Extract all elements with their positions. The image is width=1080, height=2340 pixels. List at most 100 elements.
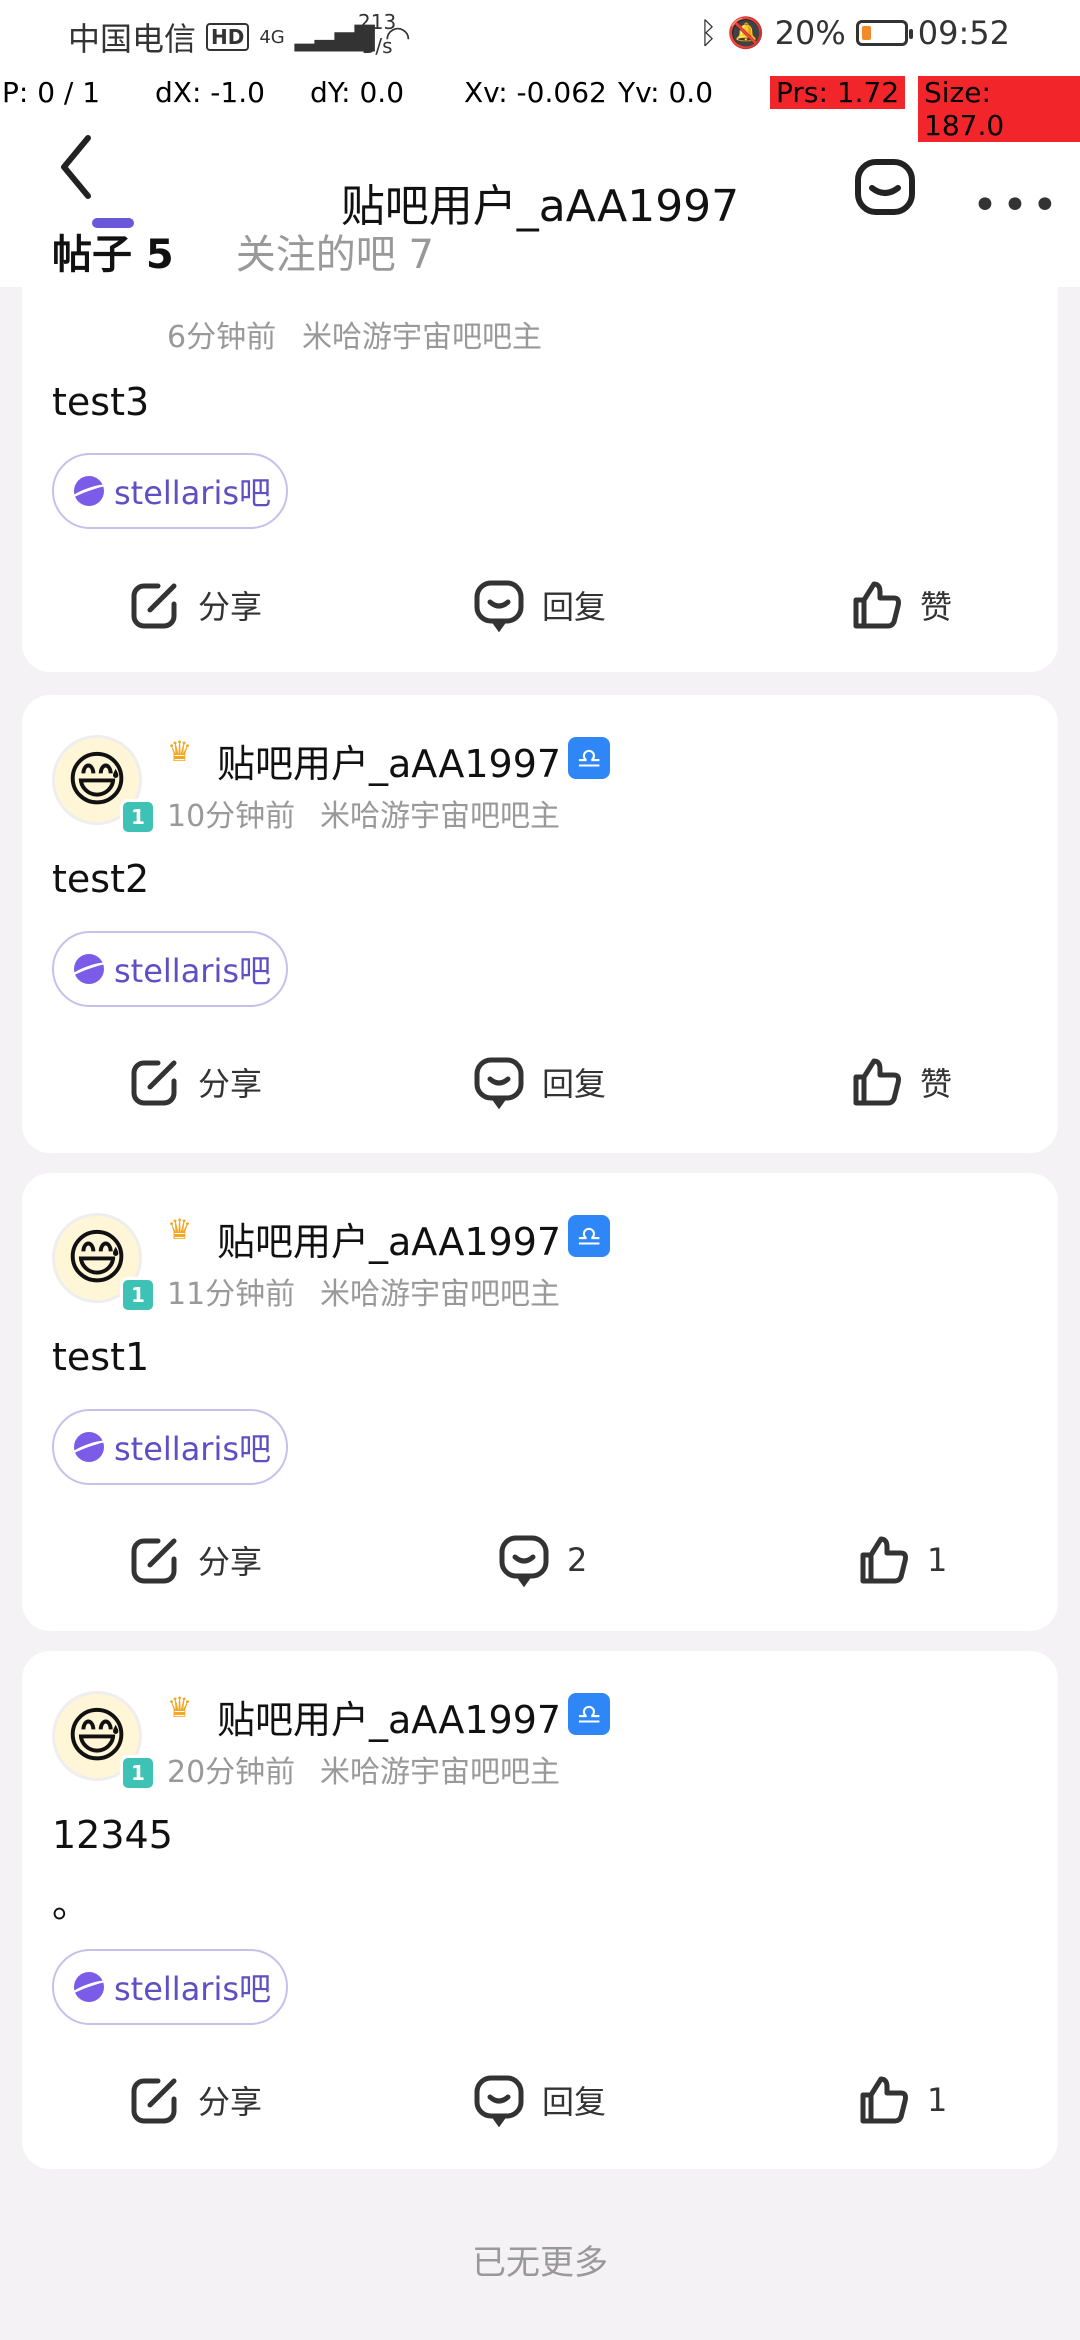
level-badge: 1 [120, 1755, 156, 1791]
share-icon [131, 1060, 177, 1106]
share-button[interactable]: 分享 [128, 2073, 262, 2127]
post-card[interactable]: 😅 1 ♛ 贴吧用户_aAA1997 ♎ 20分钟前 米哈游宇宙吧吧主 1234… [22, 1651, 1058, 2169]
reply-button[interactable]: 回复 [472, 578, 606, 632]
reply-count: 2 [567, 1541, 588, 1579]
reply-button[interactable]: 回复 [472, 1055, 606, 1109]
crown-icon: ♛ [167, 1213, 193, 1246]
libra-icon: ♎ [568, 737, 610, 779]
debug-prs: Prs: 1.72 [770, 76, 906, 109]
username[interactable]: 贴吧用户_aAA1997 [217, 1689, 561, 1744]
like-label: 赞 [920, 588, 953, 626]
like-label: 赞 [920, 1065, 953, 1103]
libra-icon: ♎ [568, 1215, 610, 1257]
like-button[interactable]: 1 [857, 1533, 947, 1587]
post-card[interactable]: 😅 1 ♛ 贴吧用户_aAA1997 ♎ 10分钟前 米哈游宇宙吧吧主 test… [22, 695, 1058, 1153]
username[interactable]: 贴吧用户_aAA1997 [217, 733, 561, 788]
post-content[interactable]: test2 [52, 857, 149, 901]
tab-underline [92, 218, 134, 228]
mute-bell-icon: 🔕 [727, 15, 765, 51]
status-bar: 中国电信 HD 4G ▂▃▅▇ ◠ 213 B/s ᛒ 🔕 20% 09:52 [0, 0, 1080, 72]
profile-tabs: 帖子 5 关注的吧 7 [52, 218, 434, 280]
like-button[interactable]: 赞 [850, 578, 952, 632]
more-icon[interactable]: ••• [972, 180, 1062, 231]
crown-icon: ♛ [167, 1691, 193, 1724]
clock: 09:52 [917, 14, 1010, 52]
like-button[interactable]: 1 [857, 2073, 947, 2127]
thumbs-up-icon [860, 2076, 908, 2124]
network-label: 4G [259, 26, 285, 48]
tab-followed-bars[interactable]: 关注的吧 7 [236, 222, 434, 280]
reply-button[interactable]: 2 [497, 1533, 587, 1587]
forum-chip[interactable]: stellaris吧 [52, 1949, 288, 2025]
share-button[interactable]: 分享 [128, 1055, 262, 1109]
author-role: 米哈游宇宙吧吧主 [302, 320, 542, 355]
reply-label: 回复 [542, 2083, 607, 2121]
post-time: 11分钟前 [167, 1277, 296, 1312]
debug-yv: Yv: 0.0 [618, 76, 714, 109]
reply-button[interactable]: 回复 [472, 2073, 606, 2127]
debug-dy: dY: 0.0 [310, 76, 405, 109]
level-badge: 1 [120, 1277, 156, 1313]
net-speed-unit: B/s [361, 34, 393, 58]
username[interactable]: 贴吧用户_aAA1997 [217, 1211, 561, 1266]
battery-percent: 20% [774, 14, 846, 52]
share-icon [131, 1538, 177, 1584]
net-speed: 213 B/s [358, 10, 396, 58]
comment-icon [474, 580, 524, 632]
share-label: 分享 [198, 1065, 263, 1103]
post-content[interactable]: test1 [52, 1335, 149, 1379]
post-content[interactable]: 12345 [52, 1813, 173, 1857]
forum-name: stellaris吧 [114, 1430, 272, 1468]
status-right: ᛒ 🔕 20% 09:52 [699, 14, 1010, 52]
like-button[interactable]: 赞 [850, 1055, 952, 1109]
share-label: 分享 [198, 1543, 263, 1581]
share-button[interactable]: 分享 [128, 578, 262, 632]
debug-xv: Xv: -0.062 [464, 76, 607, 109]
post-content[interactable]: test3 [52, 380, 149, 424]
forum-chip[interactable]: stellaris吧 [52, 931, 288, 1007]
forum-chip[interactable]: stellaris吧 [52, 1409, 288, 1485]
author-role: 米哈游宇宙吧吧主 [320, 1277, 560, 1312]
comment-icon [499, 1535, 549, 1587]
post-time: 20分钟前 [167, 1755, 296, 1790]
reply-label: 回复 [542, 1065, 607, 1103]
planet-icon [74, 476, 104, 506]
level-badge: 1 [120, 799, 156, 835]
forum-name: stellaris吧 [114, 474, 272, 512]
libra-icon: ♎ [568, 1693, 610, 1735]
share-button[interactable]: 分享 [128, 1533, 262, 1587]
post-time: 10分钟前 [167, 799, 296, 834]
end-of-list-label: 已无更多 [472, 2243, 608, 2283]
post-content-extra: 。 [52, 1882, 91, 1926]
debug-overlay: P: 0 / 1 dX: -1.0 dY: 0.0 Xv: -0.062 Yv:… [0, 72, 1080, 142]
battery-icon [855, 20, 913, 46]
debug-size: Size: 187.0 [918, 76, 1080, 142]
share-icon [131, 2078, 177, 2124]
forum-name: stellaris吧 [114, 1970, 272, 2008]
hd-badge: HD [206, 23, 250, 51]
debug-p: P: 0 / 1 [2, 76, 101, 109]
share-label: 分享 [198, 588, 263, 626]
share-icon [131, 583, 177, 629]
debug-dx: dX: -1.0 [155, 76, 265, 109]
planet-icon [74, 1432, 104, 1462]
author-role: 米哈游宇宙吧吧主 [320, 1755, 560, 1790]
tab-posts[interactable]: 帖子 5 [52, 218, 174, 280]
planet-icon [74, 954, 104, 984]
like-count: 1 [927, 2081, 948, 2119]
crown-icon: ♛ [167, 735, 193, 768]
author-role: 米哈游宇宙吧吧主 [320, 799, 560, 834]
comment-icon [474, 2075, 524, 2127]
forum-name: stellaris吧 [114, 952, 272, 990]
post-card[interactable]: 😅 1 ♛ 贴吧用户_aAA1997 ♎ 11分钟前 米哈游宇宙吧吧主 test… [22, 1173, 1058, 1631]
bluetooth-icon: ᛒ [699, 15, 718, 51]
net-speed-value: 213 [358, 10, 397, 34]
thumbs-up-icon [853, 1058, 901, 1106]
share-label: 分享 [198, 2083, 263, 2121]
comment-icon [474, 1057, 524, 1109]
carrier-label: 中国电信 [68, 20, 197, 58]
thumbs-up-icon [853, 581, 901, 629]
forum-chip[interactable]: stellaris吧 [52, 453, 288, 529]
message-icon[interactable] [850, 152, 920, 222]
post-time: 6分钟前 [167, 320, 277, 355]
